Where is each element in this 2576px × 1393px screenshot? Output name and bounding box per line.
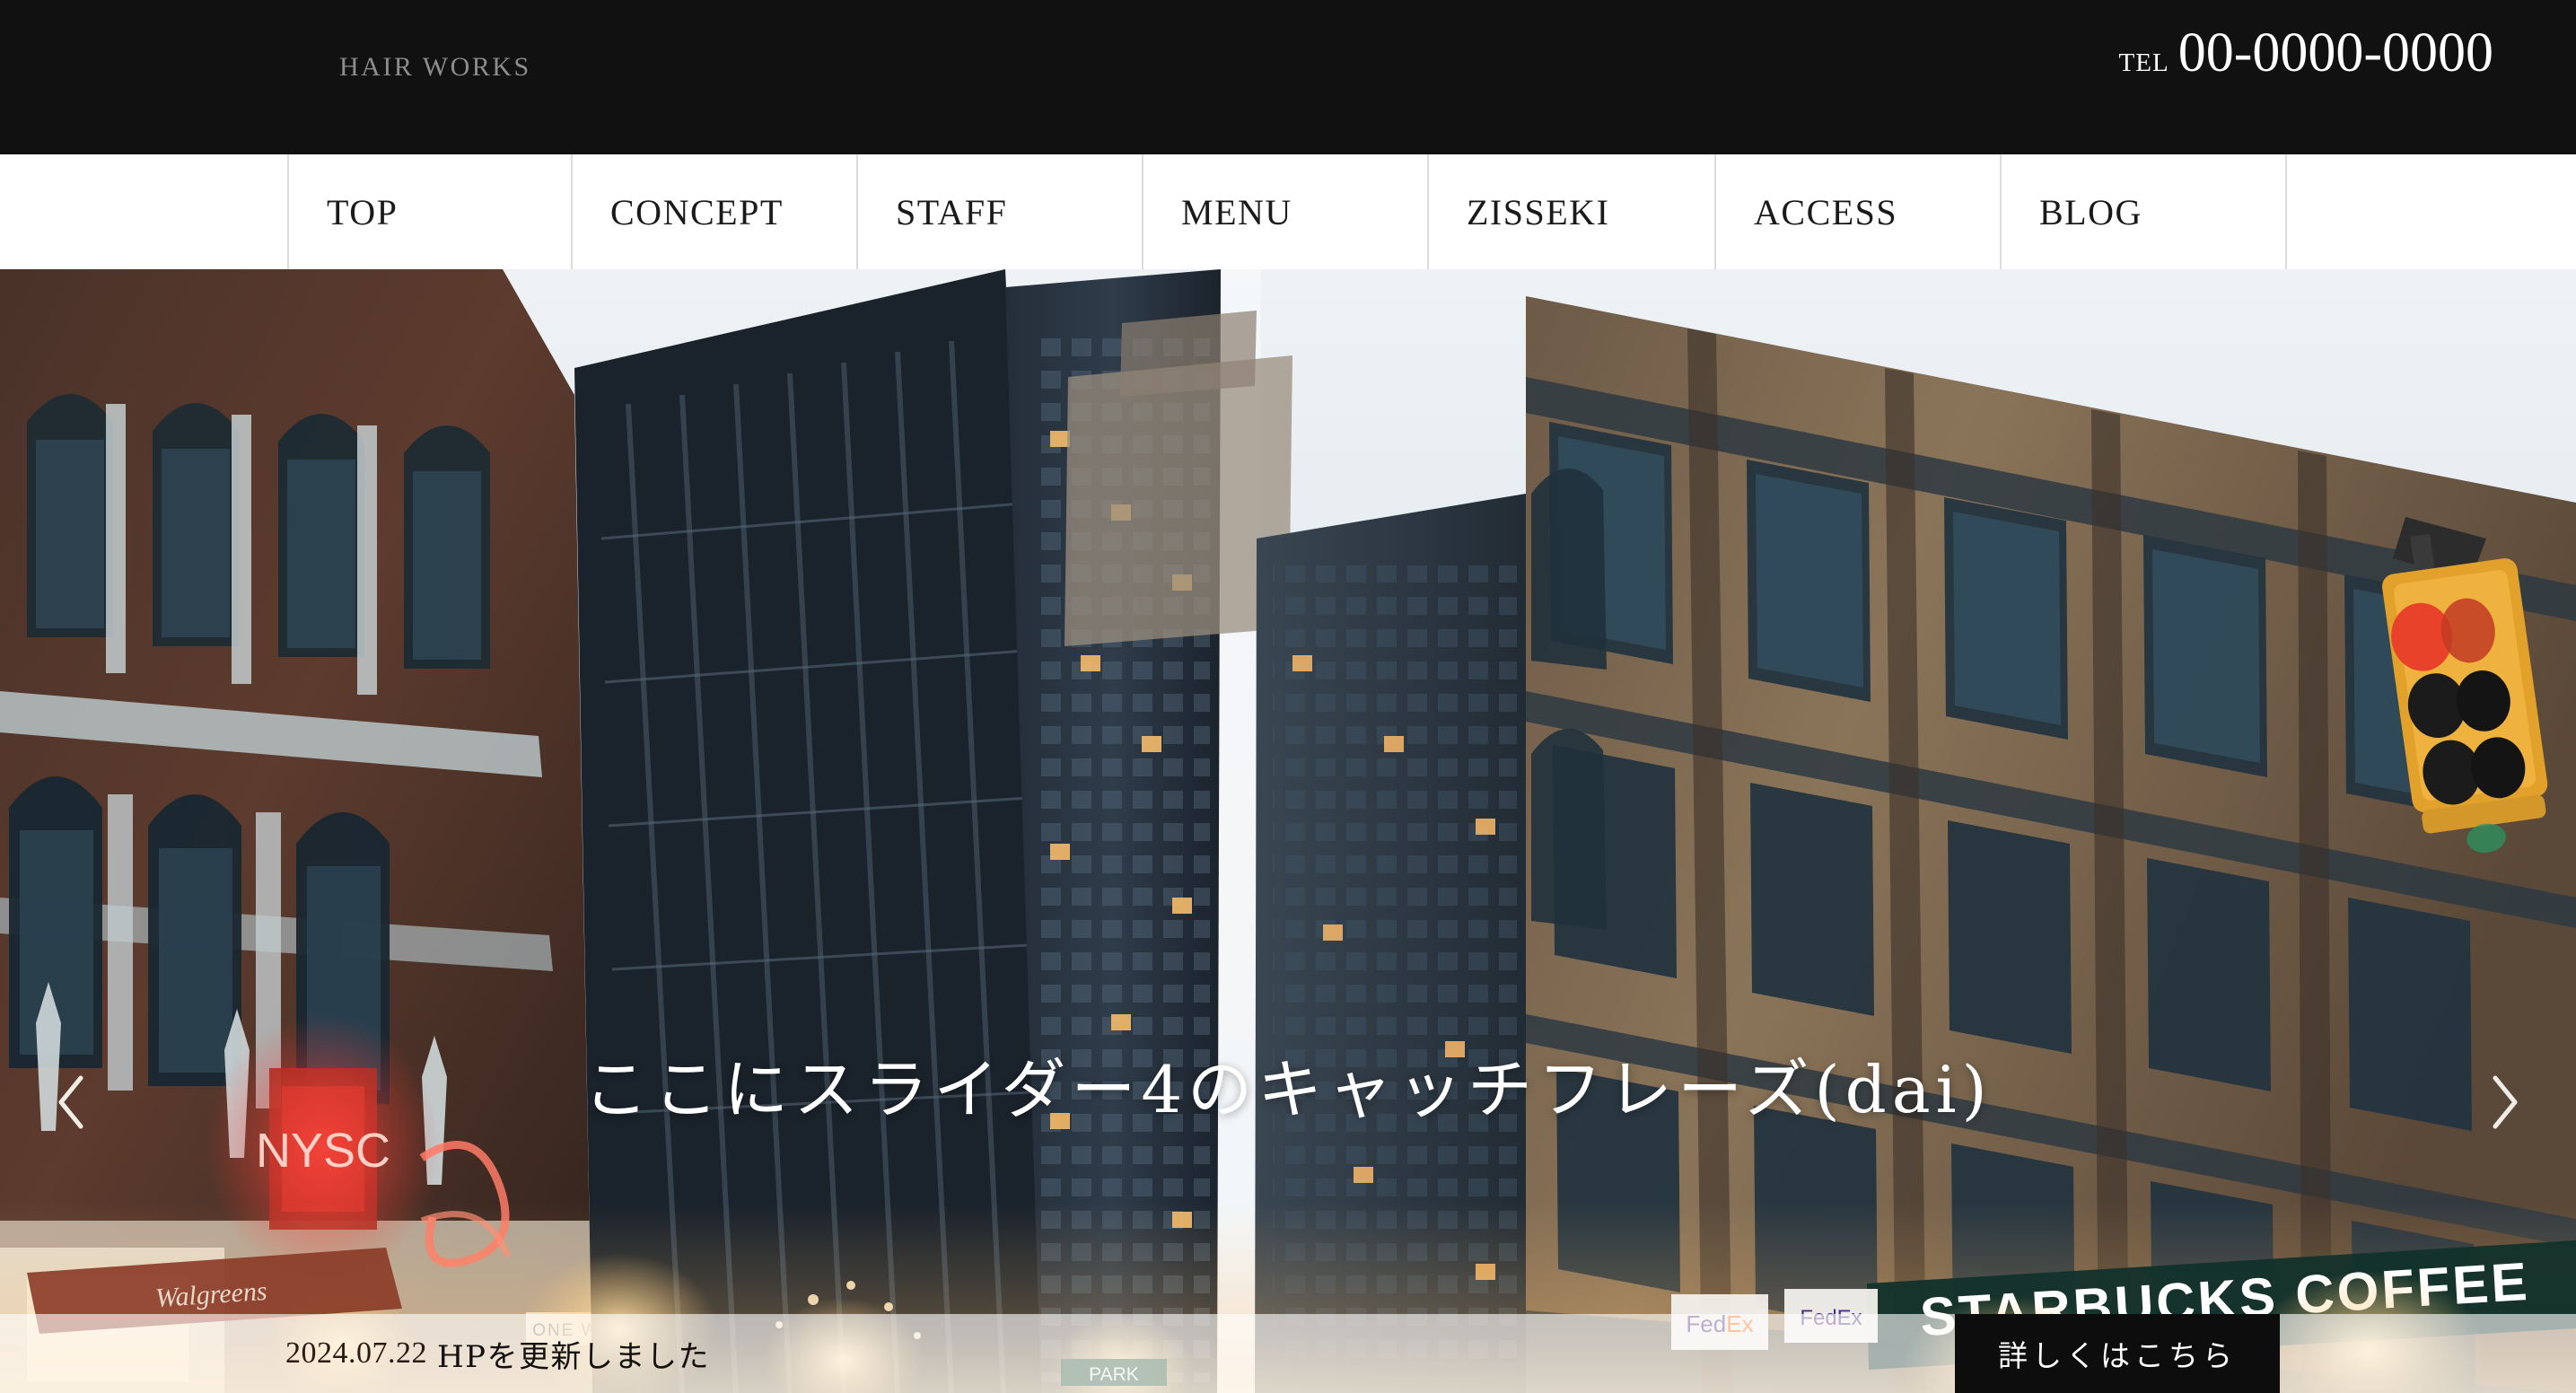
- hero-neon-text: NYSC: [256, 1124, 390, 1178]
- nav-label-staff: STAFF: [896, 191, 1008, 232]
- nav-spacer-left: [0, 154, 287, 269]
- nav-label-concept: CONCEPT: [610, 191, 784, 232]
- nav-item-access[interactable]: ACCESS: [1714, 154, 2000, 269]
- nav-item-concept[interactable]: CONCEPT: [571, 154, 856, 269]
- nav-item-menu[interactable]: MENU: [1142, 154, 1427, 269]
- site-header: HAIR WORKS TEL 00-0000-0000: [0, 0, 2576, 154]
- telephone-block[interactable]: TEL 00-0000-0000: [2119, 25, 2493, 81]
- site-logo[interactable]: HAIR WORKS: [339, 52, 531, 83]
- chevron-right-icon: [2486, 1073, 2522, 1136]
- news-detail-button[interactable]: 詳しくはこちら: [1955, 1314, 2280, 1393]
- main-navigation: TOP CONCEPT STAFF MENU ZISSEKI ACCESS BL…: [0, 154, 2576, 269]
- news-title-link[interactable]: HPを更新しました: [437, 1332, 710, 1376]
- tel-label: TEL: [2118, 48, 2169, 77]
- tel-number[interactable]: 00-0000-0000: [2178, 25, 2493, 81]
- chevron-left-icon: [54, 1073, 90, 1136]
- hero-slider: NYSC ONE WAY: [0, 269, 2576, 1393]
- slider-prev-button[interactable]: [36, 1064, 108, 1144]
- nav-item-staff[interactable]: STAFF: [856, 154, 1142, 269]
- nav-item-top[interactable]: TOP: [287, 154, 571, 269]
- page-root: HAIR WORKS TEL 00-0000-0000 TOP CONCEPT …: [0, 0, 2576, 1393]
- news-date: 2024.07.22: [285, 1336, 427, 1370]
- nav-item-blog[interactable]: BLOG: [2000, 154, 2285, 269]
- slider-next-button[interactable]: [2468, 1064, 2540, 1144]
- nav-label-blog: BLOG: [2039, 191, 2142, 232]
- hero-background-photo: NYSC ONE WAY: [0, 269, 2576, 1393]
- news-bar: 2024.07.22 HPを更新しました 詳しくはこちら: [0, 1314, 2576, 1393]
- nav-label-menu: MENU: [1181, 191, 1292, 232]
- nav-label-top: TOP: [327, 191, 399, 232]
- nav-label-zisseki: ZISSEKI: [1467, 191, 1610, 232]
- nav-item-zisseki[interactable]: ZISSEKI: [1427, 154, 1714, 269]
- nav-label-access: ACCESS: [1754, 191, 1898, 232]
- nav-spacer-right: [2285, 154, 2576, 269]
